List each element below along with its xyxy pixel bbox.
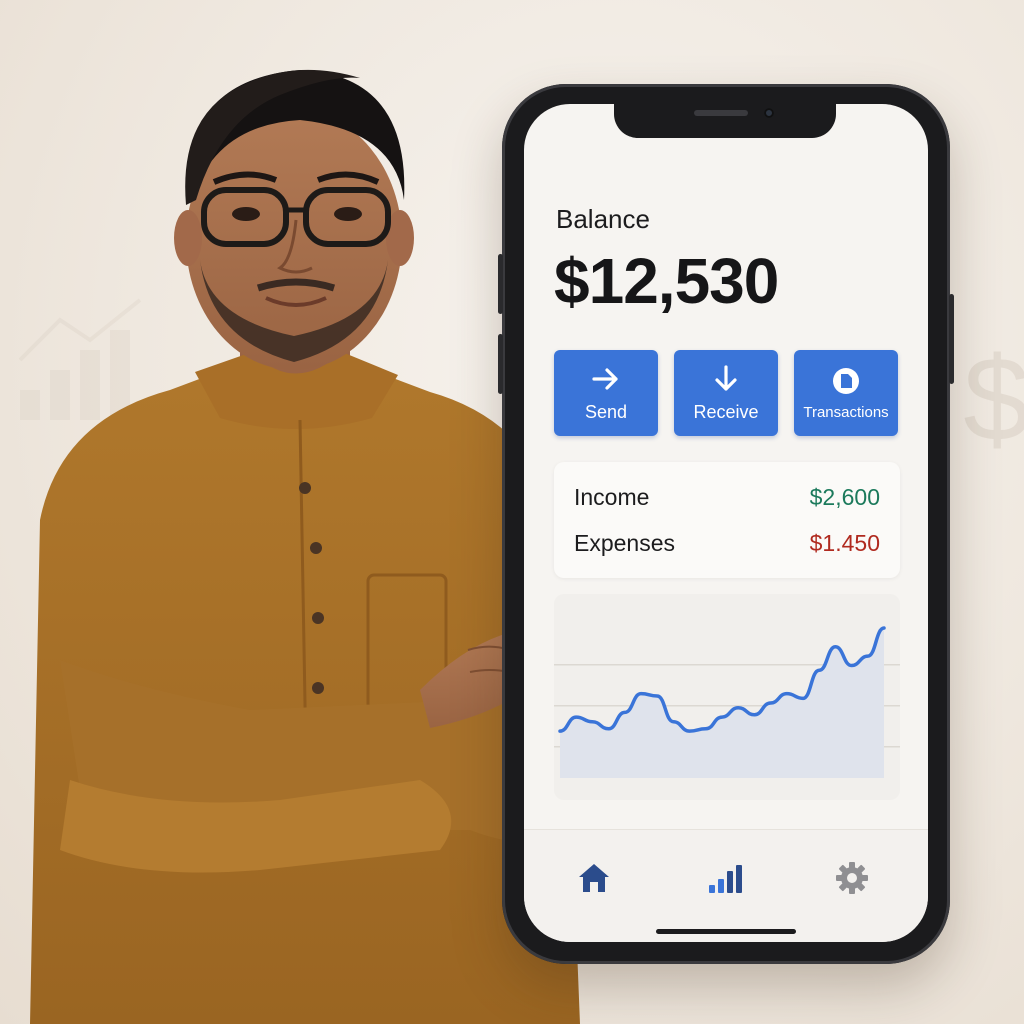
home-indicator bbox=[656, 929, 796, 934]
income-row: Income $2,600 bbox=[574, 484, 880, 511]
receive-button[interactable]: Receive bbox=[674, 350, 778, 436]
clock-document-icon bbox=[831, 366, 861, 396]
quick-actions: Send Receive Transactions bbox=[554, 350, 898, 436]
phone-notch bbox=[614, 104, 836, 138]
app-screen: Balance $12,530 Send Receive Transaction… bbox=[524, 104, 928, 942]
bottom-tab-bar bbox=[524, 829, 928, 942]
balance-label: Balance bbox=[556, 204, 650, 234]
income-value: $2,600 bbox=[809, 484, 880, 510]
chart-area-fill bbox=[560, 628, 884, 778]
background-dollar-decoration: $ bbox=[963, 332, 1024, 466]
expenses-row: Expenses $1.450 bbox=[574, 530, 880, 557]
gear-icon bbox=[836, 862, 868, 894]
transactions-button[interactable]: Transactions bbox=[794, 350, 898, 436]
tab-settings[interactable] bbox=[832, 858, 872, 898]
send-label: Send bbox=[584, 401, 628, 422]
tab-stats[interactable] bbox=[704, 858, 744, 898]
receive-label: Receive bbox=[693, 401, 759, 422]
phone-volume-button bbox=[498, 334, 503, 394]
balance-chart-card bbox=[554, 594, 900, 800]
expenses-value: $1.450 bbox=[809, 530, 880, 556]
scene-background: $ Balance $12,530 Send Receive Transacti… bbox=[0, 0, 1024, 1024]
balance-area-chart bbox=[554, 626, 900, 778]
arrow-right-icon bbox=[591, 364, 621, 394]
phone-camera bbox=[764, 108, 774, 118]
phone-volume-button bbox=[498, 254, 503, 314]
transactions-label: Transactions bbox=[803, 403, 889, 421]
phone-power-button bbox=[949, 294, 954, 384]
tab-home[interactable] bbox=[574, 858, 614, 898]
income-expenses-card: Income $2,600 Expenses $1.450 bbox=[554, 462, 900, 578]
phone-frame: Balance $12,530 Send Receive Transaction… bbox=[498, 84, 954, 964]
bar-chart-icon bbox=[709, 865, 742, 893]
arrow-down-icon bbox=[714, 364, 738, 394]
income-label: Income bbox=[574, 484, 650, 510]
home-icon bbox=[579, 864, 609, 892]
send-button[interactable]: Send bbox=[554, 350, 658, 436]
phone-speaker bbox=[694, 110, 748, 116]
balance-amount: $12,530 bbox=[554, 245, 779, 317]
expenses-label: Expenses bbox=[574, 530, 676, 556]
